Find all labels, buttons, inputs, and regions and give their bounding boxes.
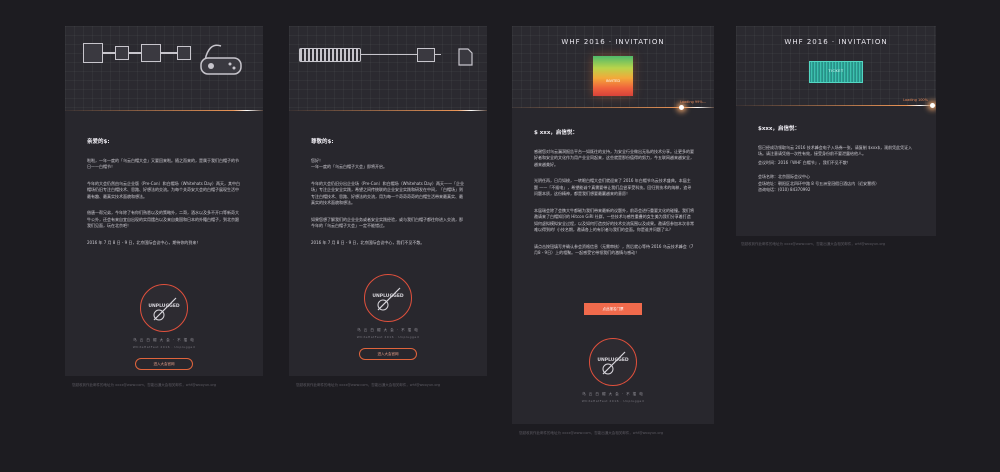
paragraph: 光阴任再，日月如梭，一转眼白帽大会们就迎来了 2016 年白帽节乌云技术盛典。本… — [534, 178, 692, 196]
register-ticket-button[interactable]: 点此报名门票 — [584, 303, 642, 315]
loading-text: Loading 99%... — [679, 100, 706, 104]
logo-caption: 乌 云 白 帽 大 会 · 不 插 电 — [133, 338, 195, 342]
detail-line: 咨询电话：(010) 84370992 — [758, 187, 811, 192]
logo-text: UNPLUGGED — [148, 304, 180, 309]
divider-glow — [289, 110, 487, 111]
logo-caption: 乌 云 白 帽 大 会 · 不 插 电 — [582, 392, 644, 396]
ticket-icon: TICKET — [809, 61, 863, 83]
paragraph: 今年的大会仍旧分出企业场（Pre-Con）和白帽场（Whitehats Day）… — [311, 180, 465, 206]
paragraph: 啦啦，一年一度的「乌云白帽大会」又要回来啦。随之而来的，是属于我们白帽子的节日—… — [87, 157, 239, 170]
greeting: 尊敬的$: — [311, 139, 334, 145]
logo-ring: UNPLUGGED — [140, 284, 188, 332]
ticket-icon: INVITED — [593, 56, 633, 96]
paragraph: 感谢您对乌云漏洞报告平台一如既往的支持，为安全行业做出无私的技术分享。让更多的要… — [534, 148, 694, 167]
paragraph: 会议时间：2016「WHF 白帽节」，我们不见不散！ — [758, 159, 851, 165]
card-header — [65, 26, 263, 111]
divider-glow — [736, 105, 936, 106]
divider-glow — [65, 110, 263, 111]
email-card-4: WHF 2016 · INVITATION TICKET Loading 100… — [736, 26, 936, 236]
card-footer: 您越收到作此邮件的地址为 xxxx@www.com，您能出通大会相关邮件，whf… — [741, 242, 886, 246]
card-footer: 您越收到作此邮件的地址为 xxxx@www.com，您能出通大会相关邮件，whf… — [519, 431, 664, 435]
gamepad-icon — [200, 44, 242, 75]
chip-icon — [177, 46, 191, 60]
ticket-label: INVITED — [605, 79, 621, 83]
paragraph: 您好！ 一年一度的「乌云白帽子大会」即将开启。 — [311, 157, 387, 170]
card-header: WHF 2016 · INVITATION TICKET Loading 100… — [736, 26, 936, 108]
logo-ring: UNPLUGGED — [364, 274, 412, 322]
loading-text: Loading 100% — [903, 98, 928, 102]
logo-subtitle: WhiteHatFest 2016 · Unplugged — [581, 399, 645, 403]
logo-subtitle: WhiteHatFest 2016 · Unplugged — [132, 345, 196, 349]
document-icon — [458, 48, 473, 66]
paragraph: 请点击按钮填写并确认参会资格信息（无需审核），然后就心等待 2016 乌云技术峰… — [534, 243, 694, 256]
guitar-icon — [153, 297, 177, 321]
glow-dot — [679, 105, 684, 110]
wire-line — [129, 52, 141, 54]
email-card-2: 尊敬的$: 您好！ 一年一度的「乌云白帽子大会」即将开启。 今年的大会仍旧分出企… — [289, 26, 487, 376]
unplugged-logo: UNPLUGGED 乌 云 白 帽 大 会 · 不 插 电 WhiteHatFe… — [289, 274, 487, 360]
unplugged-logo: UNPLUGGED 乌 云 白 帽 大 会 · 不 插 电 WhiteHatFe… — [65, 284, 263, 370]
logo-text: UNPLUGGED — [372, 294, 404, 299]
card-header: WHF 2016 · INVITATION INVITED Loading 99… — [512, 26, 714, 110]
keyboard-icon — [299, 48, 361, 62]
greeting: $xxx，启信悦： — [758, 126, 800, 132]
card-footer: 您越收到作此邮件的地址为 xxxx@www.com，您能出通大会相关邮件，whf… — [72, 383, 217, 387]
chip-icon — [83, 43, 103, 63]
visit-site-button[interactable]: 进入大会官网 — [359, 348, 417, 360]
paragraph: 如果您想了解我们的企业业务或者安全实践经验，或与我们白帽子都往你进入交流，那今年… — [311, 216, 463, 229]
invitation-title: WHF 2016 · INVITATION — [561, 38, 665, 46]
paragraph: 您已经成功领取乌云 2016 技术峰会电子入场券一张，请复制 $xxx$，观前凭… — [758, 144, 913, 157]
logo-subtitle: WhiteHatFest 2016 · Unplugged — [356, 335, 420, 339]
chip-icon — [417, 48, 435, 62]
greeting: $ xxx，启信悦： — [534, 130, 578, 136]
paragraph: 2016 年 7 月 8 日 - 9 日，北京国际会议中心，我们不见不散。 — [311, 239, 425, 245]
ticket-label: TICKET — [828, 69, 844, 73]
card-footer: 您越收到作此邮件的地址为 xxxx@www.com，您能出通大会相关邮件，whf… — [296, 383, 441, 387]
wire-line — [103, 52, 115, 54]
paragraph: 本届瑞会除了会携大牛都磁为我们带来最新的议题外，前奇会进行重要文化的碰撞。我们将… — [534, 207, 694, 233]
unplugged-logo: UNPLUGGED 乌 云 白 帽 大 会 · 不 插 电 WhiteHatFe… — [512, 338, 714, 403]
email-card-3: WHF 2016 · INVITATION INVITED Loading 99… — [512, 26, 714, 424]
paragraph: 今年的大会仍然由乌云企业版（Pre-Con）和白帽场（Whitehats Day… — [87, 180, 241, 199]
greeting: 亲爱的$: — [87, 139, 110, 145]
switch-icon — [115, 46, 129, 60]
visit-site-button[interactable]: 进入大会官网 — [135, 358, 193, 370]
logo-ring: UNPLUGGED — [589, 338, 637, 386]
guitar-icon — [602, 351, 626, 375]
guitar-icon — [377, 287, 401, 311]
glow-dot — [930, 103, 935, 108]
chip-icon — [141, 44, 161, 62]
logo-caption: 乌 云 白 帽 大 会 · 不 插 电 — [357, 328, 419, 332]
paragraph: 2016 年 7 月 8 日 - 9 日，北京国际会议中心，期待你的到来！ — [87, 239, 201, 245]
logo-text: UNPLUGGED — [597, 358, 629, 363]
card-header — [289, 26, 487, 111]
email-card-1: 亲爱的$: 啦啦，一年一度的「乌云白帽大会」又要回来啦。随之而来的，是属于我们白… — [65, 26, 263, 376]
wire-line — [161, 52, 177, 54]
invitation-title: WHF 2016 · INVITATION — [784, 38, 888, 46]
paragraph: 借唐一帮兄弟，今年除了有你们熟悉以及的策略外，二哥，酒水以及多不开口等新奇大牛公… — [87, 210, 239, 228]
